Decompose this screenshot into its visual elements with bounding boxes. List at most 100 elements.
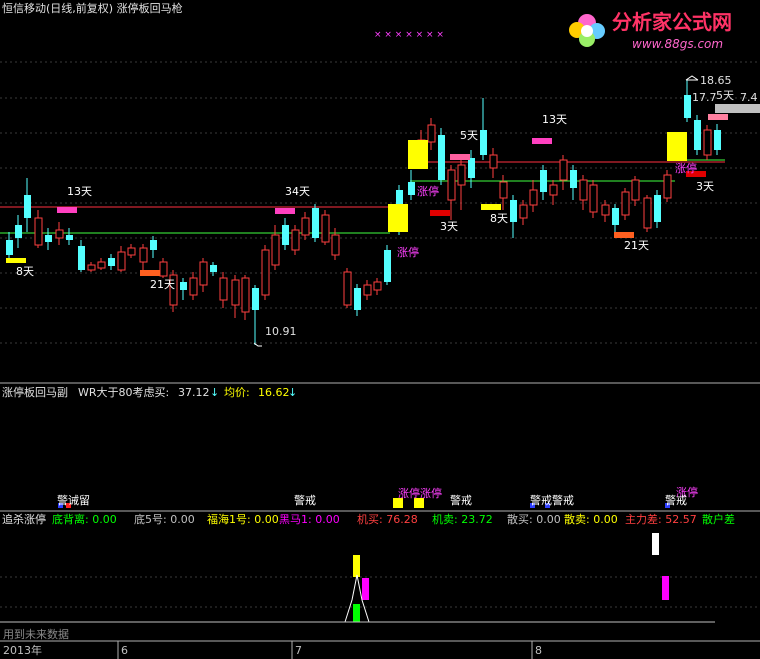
- candle-body: [159, 261, 168, 277]
- candle-body: [24, 195, 31, 218]
- time-axis-label: 2013年: [3, 644, 42, 657]
- candle-body: [291, 229, 300, 251]
- ind1-avg-value: 16.62: [258, 386, 290, 399]
- ind2-bar: [353, 604, 360, 622]
- candle-body: [271, 234, 280, 266]
- candle-body: [373, 281, 382, 291]
- ind2-bar: [353, 555, 360, 577]
- candle-body: [570, 170, 577, 188]
- signal-bar: [140, 270, 160, 276]
- ind1-name: 涨停板回马副: [2, 386, 68, 399]
- signal-bar: [430, 210, 450, 216]
- price-low-label: 10.91: [265, 325, 297, 338]
- signal-bar: [708, 114, 728, 120]
- ind2-field: 福海1号: 0.00: [207, 513, 279, 526]
- candle-body: [139, 247, 148, 263]
- ind1-signal: 警诫留: [57, 494, 90, 507]
- candle-body: [331, 234, 340, 256]
- candle-body: [489, 154, 498, 169]
- candle-body: [438, 135, 445, 180]
- candle-body: [180, 282, 187, 290]
- candlesticks: [6, 80, 721, 345]
- candle-body: [343, 271, 352, 306]
- candle-body: [231, 279, 240, 306]
- ind1-down-arrow: ↓: [288, 386, 298, 399]
- ind2-field: 散买: 0.00: [507, 513, 561, 526]
- day-label: 13天: [542, 113, 567, 126]
- candle-body: [480, 130, 487, 155]
- ind2-field: 主力差: 52.57: [625, 513, 697, 526]
- ind1-down-arrow: ↓: [210, 386, 220, 399]
- ind2-bar: [662, 576, 669, 600]
- zhangting-label: 涨停: [417, 185, 439, 198]
- candle-body: [631, 179, 640, 201]
- candle-body: [97, 261, 106, 269]
- day-label: 34天: [285, 185, 310, 198]
- signal-bar: [532, 138, 552, 144]
- ind2-field: 散户差: [702, 513, 735, 526]
- candle-body: [321, 214, 330, 243]
- candle-body: [549, 184, 558, 196]
- candle-body: [312, 208, 319, 238]
- day-label: 3天: [440, 220, 458, 233]
- signal-bar: [57, 207, 77, 213]
- zhangting-block: [388, 204, 408, 232]
- zhangting-block: [408, 140, 428, 169]
- candle-body: [87, 264, 96, 271]
- future-data-note: 用到未来数据: [3, 628, 69, 641]
- signal-bar: [450, 154, 470, 160]
- price-high-label: 18.65: [700, 74, 732, 87]
- candle-body: [559, 159, 568, 181]
- candle-body: [684, 95, 691, 118]
- candle-body: [301, 217, 310, 236]
- day-label: 21天: [150, 278, 175, 291]
- day-label: 8天: [490, 212, 508, 225]
- ind1-signal: 警戒: [450, 494, 472, 507]
- ind1-signal: 警戒: [530, 494, 552, 507]
- candle-body: [282, 225, 289, 245]
- ind2-field: 散卖: 0.00: [564, 513, 618, 526]
- candle-body: [694, 120, 701, 150]
- candle-body: [643, 197, 652, 229]
- price-label-3: 7.4: [740, 91, 758, 104]
- price-label-2b: 5天: [716, 89, 734, 102]
- candle-body: [579, 179, 588, 201]
- candle-body: [408, 182, 415, 195]
- time-axis-label: 7: [295, 644, 302, 657]
- candle-body: [55, 229, 64, 239]
- ind2-bar: [652, 533, 659, 555]
- ind1-signal: 警戒: [665, 494, 687, 507]
- day-label: 13天: [67, 185, 92, 198]
- zhangting-label: 涨停: [397, 246, 419, 259]
- candle-body: [354, 288, 361, 310]
- candle-body: [261, 249, 270, 296]
- candle-body: [117, 251, 126, 271]
- signal-bar: [6, 258, 26, 263]
- candle-body: [703, 129, 712, 156]
- time-axis-label: 8: [535, 644, 542, 657]
- candle-body: [510, 200, 517, 222]
- candle-body: [241, 277, 250, 313]
- candle-body: [66, 235, 73, 240]
- candle-body: [529, 189, 538, 206]
- candle-body: [363, 284, 372, 296]
- ind1-signal: 警戒: [294, 494, 316, 507]
- time-axis-label: 6: [121, 644, 128, 657]
- candle-body: [384, 250, 391, 282]
- candle-body: [127, 247, 136, 256]
- candle-body: [447, 169, 456, 201]
- candle-body: [34, 217, 43, 246]
- ind1-wr-value: 37.12: [178, 386, 210, 399]
- ind2-bar: [362, 578, 369, 600]
- ind2-field: 底5号: 0.00: [134, 513, 195, 526]
- zhangting-block: [667, 132, 687, 161]
- candle-body: [78, 246, 85, 270]
- candle-body: [150, 240, 157, 250]
- ind2-field: 机卖: 23.72: [432, 513, 493, 526]
- candle-body: [499, 181, 508, 199]
- candle-body: [519, 204, 528, 219]
- candle-body: [15, 225, 22, 238]
- x-marks: × × × × × × ×: [374, 30, 444, 40]
- day-label: 3天: [696, 180, 714, 193]
- candle-body: [45, 235, 52, 242]
